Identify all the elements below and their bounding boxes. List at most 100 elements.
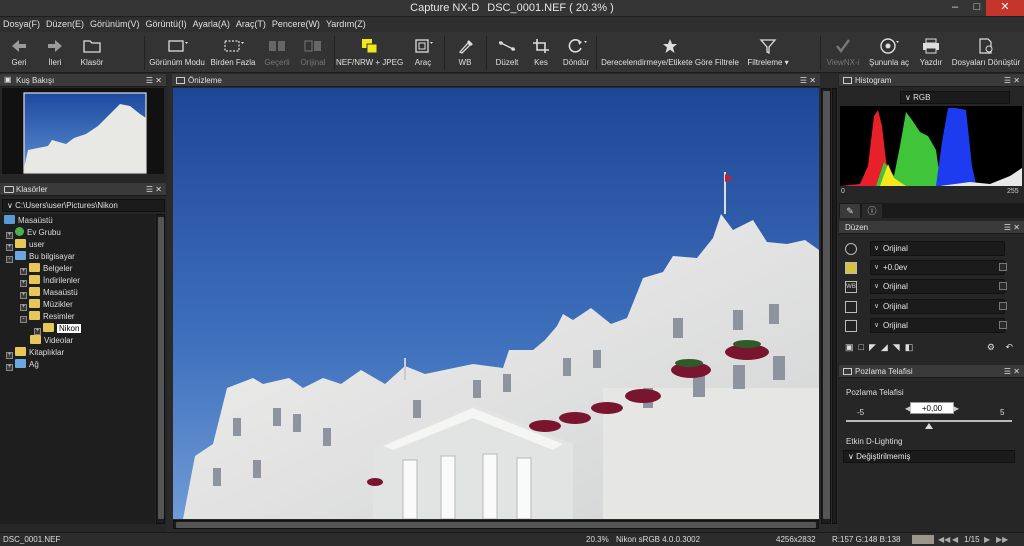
filtering-button[interactable]: Filtreleme ▾ [742, 32, 794, 73]
collapse-icon[interactable]: - [20, 316, 27, 323]
increment-icon[interactable]: ▶ [953, 403, 959, 415]
minimize-button[interactable]: – [942, 0, 968, 16]
folders-scrollbar[interactable] [156, 214, 165, 524]
tree-item-libraries[interactable]: + Kitaplıklar [6, 347, 64, 359]
scrollbar-thumb[interactable] [158, 217, 164, 519]
lens-select[interactable]: Orijinal [870, 318, 1005, 333]
crop-button[interactable]: Kes [526, 32, 556, 73]
panel-menu-close-icon[interactable]: ☰ ✕ [146, 74, 162, 87]
exposure-slider-thumb[interactable] [925, 423, 933, 429]
tree-item-desktop2[interactable]: + Masaüstü [20, 287, 78, 299]
scrollbar-thumb[interactable] [823, 91, 830, 519]
preview-h-scrollbar[interactable] [173, 520, 819, 529]
tone-select[interactable]: Orijinal [870, 299, 1005, 314]
scrollbar-thumb[interactable] [176, 522, 816, 528]
folder-path-select[interactable]: ∨ C:\Users\user\Pictures\Nikon [2, 199, 165, 212]
menu-image[interactable]: Görüntü(I) [143, 17, 190, 31]
back-button[interactable]: Geri [4, 32, 34, 73]
tree-item-documents[interactable]: + Belgeler [20, 263, 72, 275]
rotate-button[interactable]: Döndür [560, 32, 592, 73]
crop-frame-icon[interactable]: □ [859, 342, 869, 352]
panel-menu-close-icon[interactable]: ☰ ✕ [1004, 221, 1020, 234]
exposure-select[interactable]: +0.0ev [870, 260, 1005, 275]
picture-control-select[interactable]: Orijinal [870, 241, 1005, 256]
next-page-icon[interactable]: ▶ [984, 533, 990, 546]
tree-item-user[interactable]: + user [6, 239, 45, 251]
menu-view[interactable]: Görünüm(V) [87, 17, 143, 31]
expand-icon[interactable]: + [34, 328, 41, 335]
distortion-icon[interactable]: ◥ [893, 342, 905, 352]
menu-edit[interactable]: Düzen(E) [43, 17, 87, 31]
viewnx-button[interactable]: ViewNX-i [824, 32, 862, 73]
expand-icon[interactable]: + [6, 364, 13, 371]
tree-item-pictures[interactable]: - Resimler [20, 311, 75, 323]
panel-menu-close-icon[interactable]: ☰ ✕ [800, 74, 816, 87]
reset-icon[interactable]: ↶ [1005, 342, 1018, 353]
wb-checkbox[interactable] [999, 282, 1007, 290]
convert-files-button[interactable]: Dosyaları Dönüştür [950, 32, 1022, 73]
prev-page-icon[interactable]: ◀ [952, 533, 958, 546]
open-with-button[interactable]: Şununla aç [864, 32, 914, 73]
expand-icon[interactable]: + [6, 244, 13, 251]
side-splitter[interactable] [832, 88, 837, 524]
adjust-settings-icon[interactable]: ⚙ [987, 342, 1000, 353]
menu-window[interactable]: Pencere(W) [269, 17, 323, 31]
histogram-channel-select[interactable]: ∨ RGB [900, 91, 1010, 104]
expand-icon[interactable]: + [20, 268, 27, 275]
view-mode-button[interactable]: Görünüm Modu [148, 32, 206, 73]
collapse-icon[interactable]: - [6, 256, 13, 263]
rating-filter-button[interactable]: Derecelendirmeye/Etikete Göre Filtrele [600, 32, 740, 73]
tree-item-desktop[interactable]: Masaüstü [4, 215, 53, 227]
expand-icon[interactable]: + [6, 232, 13, 239]
noise-reduction-icon[interactable]: ▣ [845, 342, 859, 352]
tree-item-music[interactable]: + Müzikler [20, 299, 73, 311]
tree-item-homegroup[interactable]: + Ev Grubu [6, 227, 61, 239]
close-button[interactable]: ✕ [986, 0, 1024, 16]
forward-button[interactable]: İleri [40, 32, 70, 73]
exposure-slider-track[interactable] [846, 420, 1012, 429]
tab-info[interactable]: ⓘ [862, 204, 882, 218]
preview-image[interactable] [173, 88, 819, 519]
panel-menu-close-icon[interactable]: ☰ ✕ [1004, 74, 1020, 87]
tree-item-this-pc[interactable]: - Bu bilgisayar [6, 251, 75, 263]
dlighting-select[interactable]: ∨ Değiştirilmemiş [843, 450, 1015, 463]
last-page-icon[interactable]: ▶▶ [996, 533, 1008, 546]
preview-scrollbar[interactable] [821, 88, 831, 524]
exposure-checkbox[interactable] [999, 263, 1007, 271]
original-button[interactable]: Orijinal [296, 32, 330, 73]
panel-menu-close-icon[interactable]: ☰ ✕ [146, 183, 162, 196]
expand-icon[interactable]: + [6, 352, 13, 359]
white-balance-button[interactable]: WB [448, 32, 482, 73]
tone-curve-icon[interactable]: ◤ [869, 342, 881, 352]
first-page-icon[interactable]: ◀◀ [938, 533, 950, 546]
multiple-button[interactable]: Birden Fazla [208, 32, 258, 73]
panel-menu-close-icon[interactable]: ☰ ✕ [1004, 365, 1020, 378]
menu-file[interactable]: Dosya(F) [0, 17, 43, 31]
birdseye-view[interactable] [2, 88, 164, 174]
nef-jpeg-button[interactable]: NEF/NRW + JPEG [336, 32, 403, 73]
exposure-value-input[interactable]: ◀ +0,00 ▶ [905, 402, 959, 414]
tone-checkbox[interactable] [999, 302, 1007, 310]
vignette-icon[interactable]: ◧ [905, 342, 919, 352]
lens-checkbox[interactable] [999, 321, 1007, 329]
menu-tools[interactable]: Araç(T) [233, 17, 269, 31]
straighten-button[interactable]: Düzelt [490, 32, 524, 73]
wb-select[interactable]: Orijinal [870, 279, 1005, 294]
folder-button[interactable]: Klasör [76, 32, 108, 73]
tree-item-nikon[interactable]: + Nikon [34, 323, 82, 335]
print-button[interactable]: Yazdır [916, 32, 946, 73]
maximize-button[interactable]: □ [968, 0, 986, 16]
tree-item-videos[interactable]: Videolar [30, 335, 73, 347]
decrement-icon[interactable]: ◀ [905, 403, 911, 415]
tree-item-network[interactable]: + Ağ [6, 359, 39, 371]
expand-icon[interactable]: + [20, 280, 27, 287]
tree-item-downloads[interactable]: + İndirilenler [20, 275, 80, 287]
menu-help[interactable]: Yardım(Z) [323, 17, 369, 31]
menu-adjust[interactable]: Ayarla(A) [190, 17, 233, 31]
color-icon[interactable]: ◢ [881, 342, 893, 352]
tab-adjust[interactable]: ✎ [840, 204, 860, 218]
expand-icon[interactable]: + [20, 292, 27, 299]
tool-button[interactable]: Araç [406, 32, 440, 73]
current-button[interactable]: Geçerli [260, 32, 294, 73]
expand-icon[interactable]: + [20, 304, 27, 311]
